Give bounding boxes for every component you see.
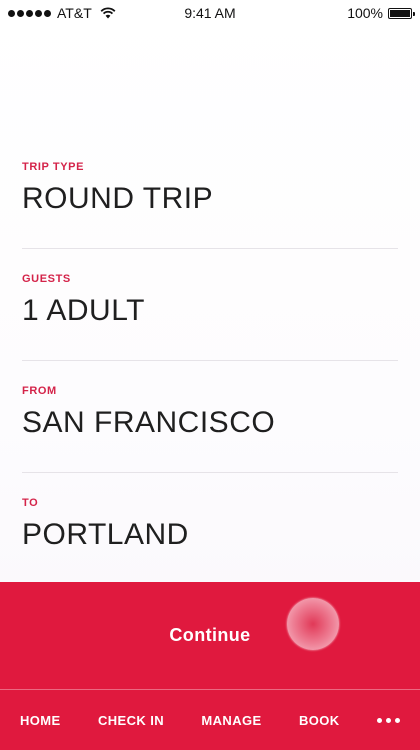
- battery-icon: [388, 7, 415, 19]
- signal-strength-icon: [8, 9, 51, 17]
- more-dots-icon[interactable]: [376, 717, 400, 723]
- from-field[interactable]: FROM SAN FRANCISCO: [22, 361, 398, 473]
- trip-type-label: TRIP TYPE: [22, 161, 85, 173]
- to-label: TO: [22, 497, 39, 509]
- trip-type-value[interactable]: ROUND TRIP: [22, 181, 398, 217]
- guests-field[interactable]: GUESTS 1 ADULT: [22, 249, 398, 361]
- status-right: 100%: [347, 5, 415, 21]
- to-field[interactable]: TO PORTLAND: [22, 473, 398, 585]
- trip-type-field[interactable]: TRIP TYPE ROUND TRIP: [22, 137, 398, 249]
- wifi-icon: [100, 7, 116, 19]
- nav-book[interactable]: BOOK: [299, 713, 340, 728]
- from-label: FROM: [22, 385, 57, 397]
- bottom-nav: HOME CHECK IN MANAGE BOOK: [0, 689, 420, 750]
- continue-area[interactable]: Continue: [0, 582, 420, 689]
- carrier-name: AT&T: [57, 5, 92, 21]
- nav-manage[interactable]: MANAGE: [201, 713, 261, 728]
- nav-check-in[interactable]: CHECK IN: [98, 713, 164, 728]
- battery-percent: 100%: [347, 5, 383, 21]
- continue-button[interactable]: Continue: [149, 615, 270, 656]
- booking-form: TRIP TYPE ROUND TRIP GUESTS 1 ADULT FROM…: [22, 137, 398, 585]
- nav-home[interactable]: HOME: [20, 713, 61, 728]
- to-value[interactable]: PORTLAND: [22, 517, 398, 553]
- from-value[interactable]: SAN FRANCISCO: [22, 405, 398, 441]
- guests-value[interactable]: 1 ADULT: [22, 293, 398, 329]
- status-bar: AT&T 9:41 AM 100%: [0, 0, 420, 26]
- status-left: AT&T: [8, 5, 116, 21]
- guests-label: GUESTS: [22, 273, 71, 285]
- touch-indicator: [287, 598, 339, 650]
